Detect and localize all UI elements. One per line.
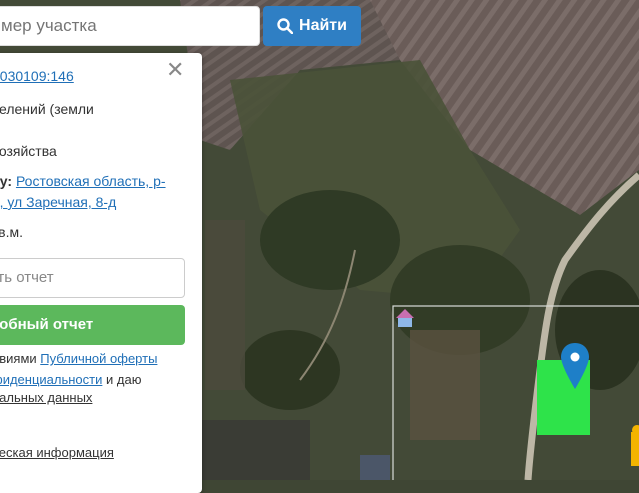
consent-text-1: овиями [0,351,37,366]
area-value: кв.м. [0,224,23,240]
search-icon [277,18,294,34]
personal-data-link[interactable]: нальных данных [0,390,92,405]
search-button[interactable]: Найти [263,6,361,46]
search-button-label: Найти [299,17,347,34]
address-link-line-1[interactable]: Ростовская область, р- [16,173,166,189]
address-label: су: [0,173,13,189]
public-offer-link[interactable]: Публичной оферты [40,351,157,366]
order-report-button[interactable]: робный отчет [0,305,185,345]
search-input[interactable] [0,6,260,46]
cadastral-number-link[interactable]: 0030109:146 [0,68,74,84]
consent-text-2: и даю [106,372,142,387]
reference-info-link[interactable]: ческая информация [0,445,114,460]
close-icon[interactable]: ✕ [166,59,184,81]
consent-line-2: фиденциальности и даю [0,372,141,387]
report-email-input[interactable]: ить отчет [0,258,185,298]
parcel-info-panel: ✕ 0030109:146 селений (земли хозяйства с… [0,53,202,493]
address-row: су: Ростовская область, р- [0,173,166,189]
privacy-policy-link[interactable]: фиденциальности [0,372,102,387]
address-link-line-2[interactable]: я, ул Заречная, 8-д [0,194,116,210]
category-line-1: селений (земли [0,101,94,117]
consent-line-1: овиями Публичной оферты [0,351,157,366]
pegman-icon[interactable] [631,425,639,466]
category-line-2: хозяйства [0,143,57,159]
